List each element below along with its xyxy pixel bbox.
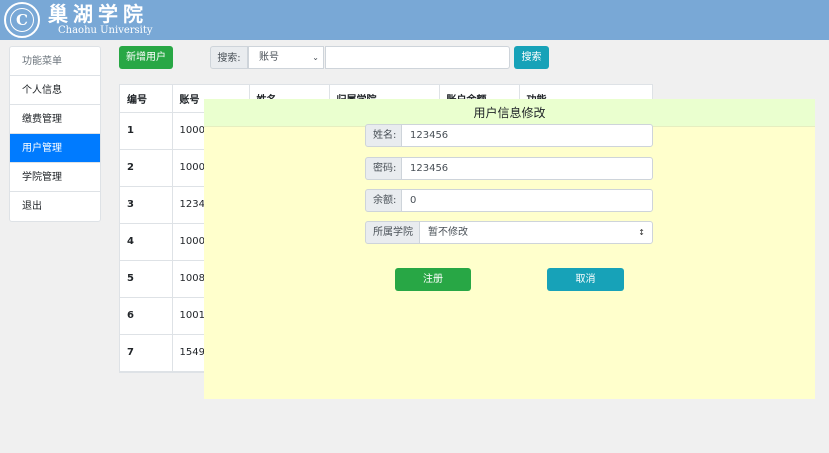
top-header: C 巢湖学院 Chaohu University <box>0 0 829 40</box>
password-input[interactable]: 123456 <box>401 157 653 180</box>
sidebar-item-college[interactable]: 学院管理 <box>10 163 100 192</box>
edit-user-modal: 用户信息修改 姓名: 123456 密码: 123456 余额: 0 所属学院 … <box>204 99 815 399</box>
chevron-down-icon: ⌄ <box>312 53 319 62</box>
password-label: 密码: <box>365 157 405 180</box>
sidebar-item-users[interactable]: 用户管理 <box>10 134 100 163</box>
col-header: 编号 <box>120 85 173 113</box>
select-arrows-icon: ↕ <box>638 228 645 237</box>
sidebar-menu: 功能菜单 个人信息 缴费管理 用户管理 学院管理 退出 <box>9 46 101 222</box>
college-field-group: 所属学院 暂不修改 ↕ <box>365 221 653 244</box>
school-name-en: Chaohu University <box>58 25 153 36</box>
name-input[interactable]: 123456 <box>401 124 653 147</box>
sidebar-item-profile[interactable]: 个人信息 <box>10 76 100 105</box>
college-label: 所属学院 <box>365 221 421 244</box>
sidebar-item-payment[interactable]: 缴费管理 <box>10 105 100 134</box>
name-label: 姓名: <box>365 124 405 147</box>
cell: 6 <box>120 297 173 335</box>
balance-label: 余额: <box>365 189 405 212</box>
search-field-value: 账号 <box>259 52 279 63</box>
sidebar-heading: 功能菜单 <box>10 47 100 76</box>
cell: 1 <box>120 112 173 150</box>
balance-input[interactable]: 0 <box>401 189 653 212</box>
search-input[interactable] <box>325 46 510 69</box>
cancel-button[interactable]: 取消 <box>547 268 624 291</box>
cell: 2 <box>120 149 173 187</box>
college-select-value: 暂不修改 <box>428 227 468 238</box>
search-label: 搜索: <box>210 46 248 69</box>
add-user-button[interactable]: 新增用户 <box>119 46 173 69</box>
cell: 4 <box>120 223 173 261</box>
search-button[interactable]: 搜索 <box>514 46 549 69</box>
modal-title: 用户信息修改 <box>204 99 815 127</box>
name-field-group: 姓名: 123456 <box>365 124 653 147</box>
sidebar-item-logout[interactable]: 退出 <box>10 192 100 221</box>
register-button[interactable]: 注册 <box>395 268 471 291</box>
logo-glyph: C <box>10 8 34 32</box>
cell: 5 <box>120 260 173 298</box>
search-field-select[interactable]: 账号 ⌄ <box>248 46 324 69</box>
cell: 7 <box>120 334 173 372</box>
school-name-cn: 巢湖学院 <box>48 2 148 26</box>
password-field-group: 密码: 123456 <box>365 157 653 180</box>
college-select[interactable]: 暂不修改 ↕ <box>419 221 653 244</box>
school-logo-icon: C <box>4 2 40 38</box>
cell: 3 <box>120 186 173 224</box>
balance-field-group: 余额: 0 <box>365 189 653 212</box>
